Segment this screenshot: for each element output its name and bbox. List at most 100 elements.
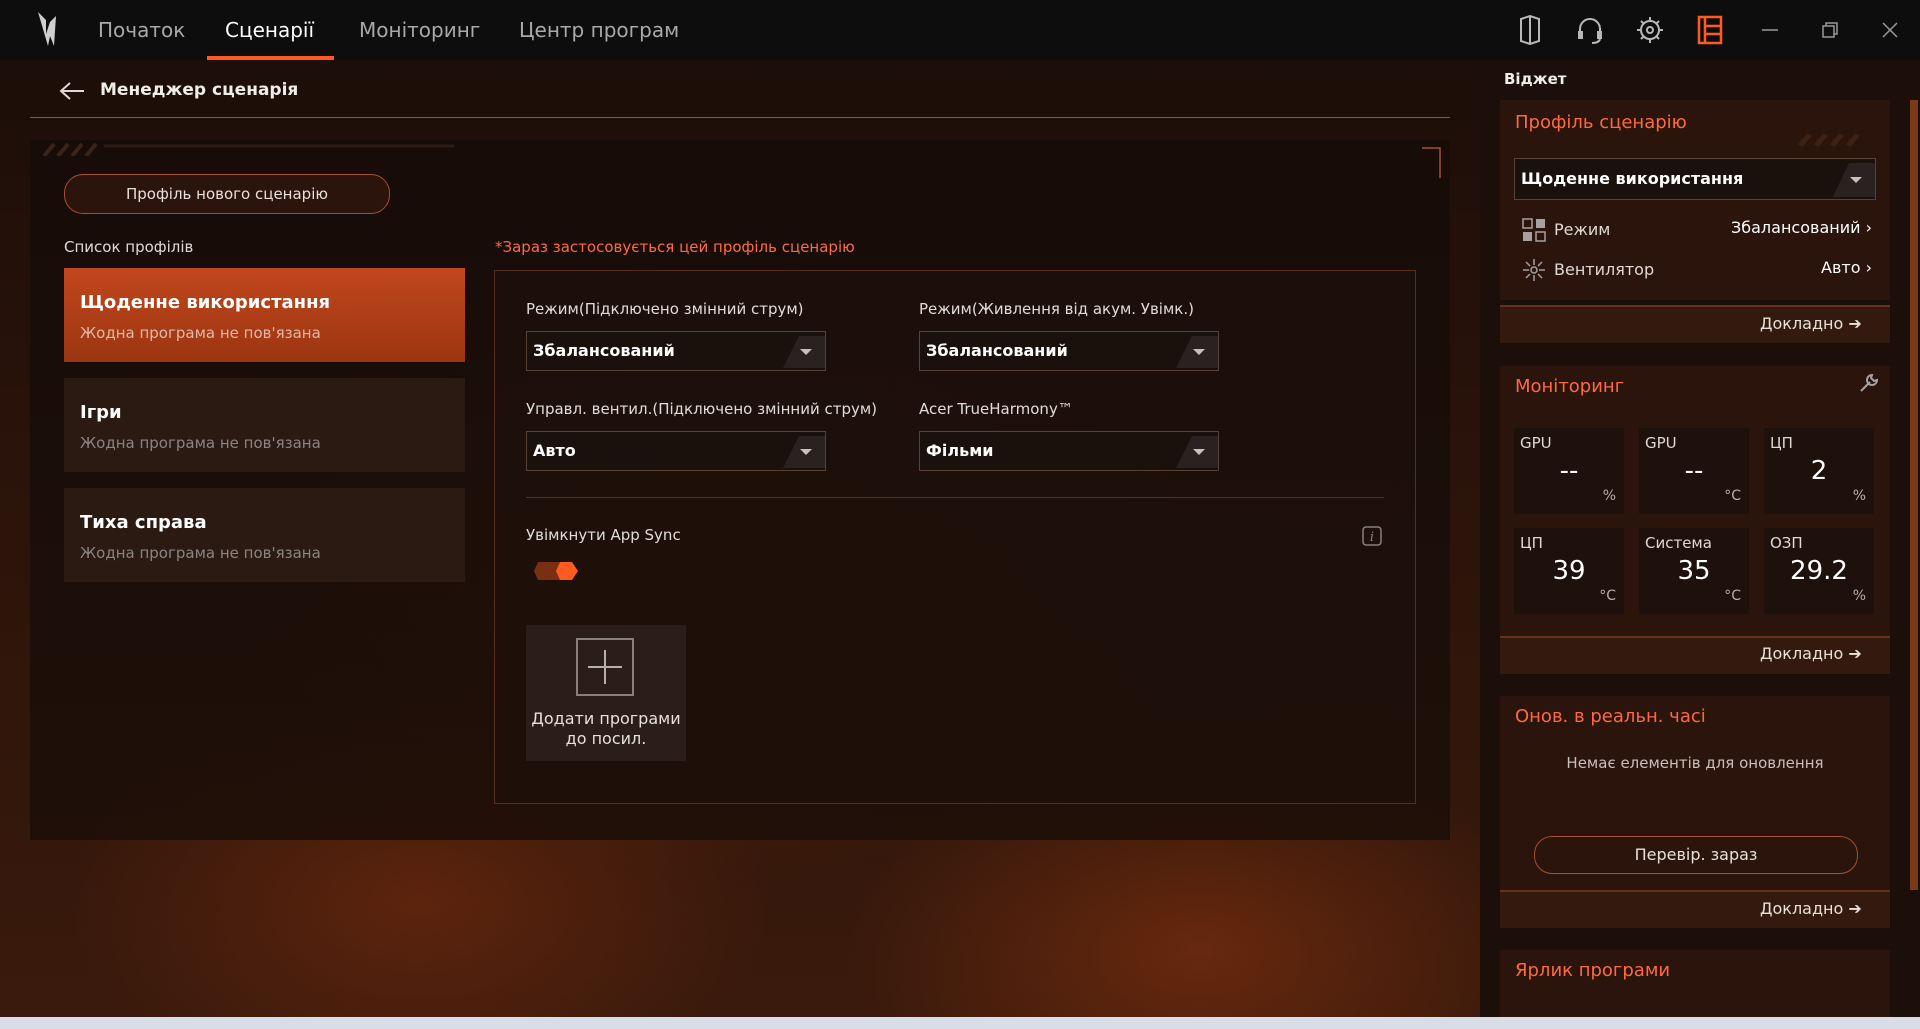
new-profile-button[interactable]: Профіль нового сценарію <box>64 174 390 214</box>
cell-label: GPU <box>1645 434 1677 452</box>
minimize-icon[interactable] <box>1752 12 1788 48</box>
profile-item-games[interactable]: Ігри Жодна програма не пов'язана <box>64 378 465 472</box>
plus-icon <box>576 638 634 696</box>
panel-corner-decoration <box>1422 147 1441 178</box>
cell-unit: °C <box>1724 488 1741 504</box>
monitor-cell-system-temp: Система 35 °C <box>1639 528 1749 614</box>
mode-ac-label: Режим(Підключено змінний струм) <box>526 300 804 318</box>
cell-unit: °C <box>1724 588 1741 604</box>
mode-battery-value: Збалансований <box>926 341 1068 360</box>
widget-fan-value: Авто <box>1821 258 1861 277</box>
predator-logo-icon <box>38 12 56 46</box>
widget-mode-link[interactable]: Збалансований › <box>1660 218 1872 237</box>
widget-update-title: Онов. в реальн. часі <box>1515 706 1706 727</box>
arrow-right-icon: ➔ <box>1848 314 1862 333</box>
card-stripe-decoration <box>1798 134 1860 146</box>
fan-ac-value: Авто <box>533 441 576 460</box>
trueharmony-label: Acer TrueHarmony™ <box>919 400 1073 418</box>
cell-value: -- <box>1559 456 1579 486</box>
trueharmony-select[interactable]: Фільми <box>919 431 1219 471</box>
monitor-cell-cpu-usage: ЦП 2 % <box>1764 428 1874 514</box>
header-divider <box>30 117 1450 118</box>
profiles-list-label: Список профілів <box>64 238 194 256</box>
trueharmony-value: Фільми <box>926 441 994 460</box>
add-apps-line1: Додати програми <box>531 709 681 728</box>
arrow-right-icon: ➔ <box>1848 644 1862 663</box>
cell-value: -- <box>1684 456 1704 486</box>
monitoring-more-link[interactable]: Докладно ➔ <box>1760 644 1862 663</box>
restore-icon[interactable] <box>1812 12 1848 48</box>
app-sync-label: Увімкнути App Sync <box>526 526 681 544</box>
chevron-down-icon <box>1176 336 1218 368</box>
widget-panel-icon[interactable] <box>1692 12 1728 48</box>
cell-unit: % <box>1852 588 1866 604</box>
cell-unit: °C <box>1599 588 1616 604</box>
mode-grid-icon <box>1522 218 1546 242</box>
tab-scenarios[interactable]: Сценарії <box>206 0 335 60</box>
back-arrow-icon[interactable] <box>58 80 86 102</box>
mode-battery-label: Режим(Живлення від акум. Увімк.) <box>919 300 1194 318</box>
cell-value: 35 <box>1677 556 1711 586</box>
update-more-text: Докладно <box>1760 899 1844 918</box>
widget-profile-selected: Щоденне використання <box>1521 169 1744 188</box>
fan-icon <box>1523 259 1545 281</box>
update-more-link[interactable]: Докладно ➔ <box>1760 899 1862 918</box>
cell-value: 39 <box>1552 556 1586 586</box>
gear-icon[interactable] <box>1632 12 1668 48</box>
widget-fan-label: Вентилятор <box>1554 260 1655 279</box>
widget-mode-value: Збалансований <box>1731 218 1861 237</box>
wrench-icon[interactable] <box>1858 372 1880 394</box>
check-now-button[interactable]: Перевір. зараз <box>1534 836 1858 874</box>
tab-app-center[interactable]: Центр програм <box>519 0 679 60</box>
device-icon[interactable] <box>1512 12 1548 48</box>
panel-stripe-decoration <box>42 142 454 156</box>
cell-label: ЦП <box>1520 534 1543 552</box>
widget-monitoring-title: Моніторинг <box>1515 376 1625 397</box>
widget-profile-title: Профіль сценарію <box>1515 112 1687 133</box>
cell-value: 2 <box>1810 456 1828 486</box>
monitoring-more-text: Докладно <box>1760 644 1844 663</box>
settings-divider <box>526 497 1384 498</box>
app-sync-toggle[interactable] <box>532 560 580 582</box>
chevron-down-icon <box>1833 163 1875 197</box>
sidebar-scrollbar[interactable] <box>1910 100 1918 890</box>
widget-label: Віджет <box>1504 70 1567 88</box>
add-apps-button[interactable]: Додати програми до посил. <box>526 625 686 761</box>
cell-label: Система <box>1645 534 1712 552</box>
no-updates-text: Немає елементів для оновлення <box>1566 754 1824 772</box>
cell-value: 29.2 <box>1790 556 1848 586</box>
close-icon[interactable] <box>1872 12 1908 48</box>
profile-more-link[interactable]: Докладно ➔ <box>1760 314 1862 333</box>
chevron-right-icon: › <box>1865 258 1872 277</box>
applied-profile-note: *Зараз застосовується цей профіль сценар… <box>495 238 855 256</box>
profile-more-text: Докладно <box>1760 314 1844 333</box>
page-title: Менеджер сценарія <box>100 80 299 100</box>
monitor-cell-gpu-temp: GPU -- °C <box>1639 428 1749 514</box>
svg-text:i: i <box>1370 530 1374 545</box>
profile-item-quiet[interactable]: Тиха справа Жодна програма не пов'язана <box>64 488 465 582</box>
mode-ac-select[interactable]: Збалансований <box>526 331 826 371</box>
profile-name: Щоденне використання <box>80 292 331 313</box>
cell-label: ЦП <box>1770 434 1793 452</box>
add-apps-line2: до посил. <box>565 729 647 748</box>
add-apps-text: Додати програми до посил. <box>526 709 686 749</box>
headset-icon[interactable] <box>1572 12 1608 48</box>
monitor-cell-gpu-usage: GPU -- % <box>1514 428 1624 514</box>
chevron-right-icon: › <box>1865 218 1872 237</box>
cell-label: ОЗП <box>1770 534 1803 552</box>
cell-unit: % <box>1852 488 1866 504</box>
cell-unit: % <box>1602 488 1616 504</box>
widget-profile-select[interactable]: Щоденне використання <box>1514 158 1876 200</box>
fan-ac-select[interactable]: Авто <box>526 431 826 471</box>
tab-monitoring[interactable]: Моніторинг <box>359 0 480 60</box>
mode-battery-select[interactable]: Збалансований <box>919 331 1219 371</box>
widget-fan-link[interactable]: Авто › <box>1660 258 1872 277</box>
taskbar-edge <box>0 1017 1920 1029</box>
tab-home[interactable]: Початок <box>98 0 185 60</box>
cell-label: GPU <box>1520 434 1552 452</box>
chevron-down-icon <box>783 336 825 368</box>
info-icon[interactable]: i <box>1362 526 1382 546</box>
profile-item-daily[interactable]: Щоденне використання Жодна програма не п… <box>64 268 465 362</box>
profile-subtitle: Жодна програма не пов'язана <box>80 544 321 562</box>
profile-name: Ігри <box>80 402 122 423</box>
